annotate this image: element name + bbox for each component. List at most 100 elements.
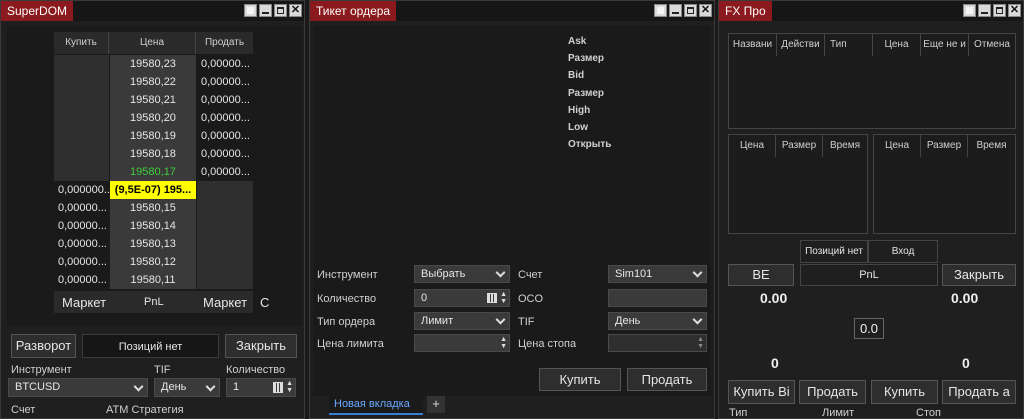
sell-cell[interactable] bbox=[197, 253, 253, 271]
buy-cell[interactable] bbox=[54, 73, 109, 91]
sell-button[interactable]: Продать bbox=[627, 368, 707, 391]
price-cell[interactable]: 19580,19 bbox=[110, 127, 196, 145]
order-type-select[interactable]: Лимит bbox=[414, 312, 510, 330]
buy-button[interactable]: Купить bbox=[539, 368, 621, 391]
minimize-button[interactable] bbox=[978, 4, 991, 17]
minimize-button[interactable] bbox=[259, 4, 272, 17]
sell-cell[interactable]: 0,00000... bbox=[197, 145, 253, 163]
spin-arrows-icon[interactable]: ▲ ▼ bbox=[697, 336, 704, 350]
calculator-icon[interactable] bbox=[273, 382, 283, 393]
buy-cell[interactable]: 0,00000... bbox=[54, 235, 109, 253]
sell-cell[interactable] bbox=[197, 217, 253, 235]
calculator-icon[interactable] bbox=[487, 293, 497, 303]
minimize-button[interactable] bbox=[669, 4, 682, 17]
price-cell[interactable]: 19580,22 bbox=[110, 73, 196, 91]
spin-arrows-icon[interactable]: ▲ ▼ bbox=[500, 336, 507, 350]
close-position-button[interactable]: Закрыть bbox=[942, 264, 1016, 286]
buy-bid-button[interactable]: Купить Bi bbox=[728, 380, 795, 404]
buy-cell[interactable]: 0,000000... bbox=[54, 181, 109, 199]
price-cell[interactable]: 19580,15 bbox=[110, 199, 196, 217]
spin-arrows-icon[interactable]: ▲ ▼ bbox=[286, 380, 293, 394]
limit-price-input[interactable]: ▲ ▼ bbox=[414, 334, 510, 352]
table-row[interactable]: 0,00000... 19580,15 bbox=[54, 199, 253, 217]
superdom-title[interactable]: SuperDOM bbox=[1, 1, 74, 21]
table-row[interactable]: 0,00000... 19580,12 bbox=[54, 253, 253, 271]
table-row[interactable]: 19580,23 0,00000... bbox=[54, 55, 253, 73]
market-sell-button[interactable]: Маркет bbox=[203, 295, 247, 310]
sell-cell[interactable] bbox=[197, 235, 253, 253]
tab-new[interactable]: Новая вкладка bbox=[329, 396, 423, 415]
price-cell[interactable]: (9,5E-07) 195... bbox=[110, 181, 196, 199]
maximize-button[interactable] bbox=[684, 4, 697, 17]
spin-arrows-icon[interactable]: ▲ ▼ bbox=[500, 291, 507, 305]
account-select[interactable]: Sim101 bbox=[608, 265, 707, 283]
instrument-select[interactable]: BTCUSD bbox=[8, 378, 148, 397]
window-options-button[interactable] bbox=[244, 4, 257, 17]
buy-cell[interactable] bbox=[54, 91, 109, 109]
sell-cell[interactable]: 0,00000... bbox=[197, 55, 253, 73]
table-row[interactable]: 19580,21 0,00000... bbox=[54, 91, 253, 109]
quantity-stepper[interactable]: 0 ▲ ▼ bbox=[414, 289, 510, 307]
ticket-title[interactable]: Тикет ордера bbox=[310, 1, 397, 21]
sell-cell[interactable] bbox=[197, 199, 253, 217]
close-button[interactable]: ✕ bbox=[289, 4, 302, 17]
buy-cell[interactable]: 0,00000... bbox=[54, 199, 109, 217]
sell-ask-button[interactable]: Продать а bbox=[942, 380, 1016, 404]
table-row[interactable]: 19580,19 0,00000... bbox=[54, 127, 253, 145]
chevron-down-icon bbox=[495, 314, 506, 325]
price-cell[interactable]: 19580,14 bbox=[110, 217, 196, 235]
tif-select[interactable]: День bbox=[608, 312, 707, 330]
price-cell[interactable]: 19580,17 bbox=[110, 163, 196, 181]
sell-cell[interactable]: 0,00000... bbox=[197, 127, 253, 145]
buy-cell[interactable] bbox=[54, 163, 109, 181]
price-cell[interactable]: 19580,18 bbox=[110, 145, 196, 163]
maximize-button[interactable] bbox=[274, 4, 287, 17]
table-row[interactable]: 0,000000... (9,5E-07) 195... bbox=[54, 181, 253, 199]
buy-cell[interactable] bbox=[54, 109, 109, 127]
price-cell[interactable]: 19580,23 bbox=[110, 55, 196, 73]
c-label[interactable]: C bbox=[260, 295, 269, 310]
table-row[interactable]: 19580,20 0,00000... bbox=[54, 109, 253, 127]
sell-cell[interactable]: 0,00000... bbox=[197, 73, 253, 91]
window-options-button[interactable] bbox=[963, 4, 976, 17]
be-button[interactable]: BE bbox=[728, 264, 794, 286]
table-row[interactable]: 19580,18 0,00000... bbox=[54, 145, 253, 163]
buy-cell[interactable]: 0,00000... bbox=[54, 253, 109, 271]
buy-ask-button[interactable]: Купить bbox=[871, 380, 938, 404]
price-cell[interactable]: 19580,11 bbox=[110, 271, 196, 289]
sell-bid-button[interactable]: Продать bbox=[799, 380, 866, 404]
close-position-button[interactable]: Закрыть bbox=[225, 334, 297, 358]
price-cell[interactable]: 19580,20 bbox=[110, 109, 196, 127]
close-button[interactable]: ✕ bbox=[1008, 4, 1021, 17]
instrument-select[interactable]: Выбрать bbox=[414, 265, 510, 283]
table-row[interactable]: 0,00000... 19580,11 bbox=[54, 271, 253, 289]
sell-cell[interactable]: 0,00000... bbox=[197, 91, 253, 109]
sell-cell[interactable]: 0,00000... bbox=[197, 163, 253, 181]
price-cell[interactable]: 19580,12 bbox=[110, 253, 196, 271]
window-options-button[interactable] bbox=[654, 4, 667, 17]
table-row[interactable]: 0,00000... 19580,14 bbox=[54, 217, 253, 235]
sell-cell[interactable] bbox=[197, 181, 253, 199]
fxpro-title[interactable]: FX Про bbox=[719, 1, 772, 21]
oco-input[interactable] bbox=[608, 289, 707, 307]
sell-cell[interactable] bbox=[197, 271, 253, 289]
reverse-button[interactable]: Разворот bbox=[11, 334, 76, 358]
quantity-stepper[interactable]: 1 ▲ ▼ bbox=[226, 378, 296, 397]
stop-price-input[interactable]: ▲ ▼ bbox=[608, 334, 707, 352]
tif-select[interactable]: День bbox=[154, 378, 220, 397]
maximize-button[interactable] bbox=[993, 4, 1006, 17]
price-cell[interactable]: 19580,21 bbox=[110, 91, 196, 109]
buy-cell[interactable]: 0,00000... bbox=[54, 271, 109, 289]
price-cell[interactable]: 19580,13 bbox=[110, 235, 196, 253]
add-tab-button[interactable]: + bbox=[427, 396, 445, 413]
table-row[interactable]: 19580,17 0,00000... bbox=[54, 163, 253, 181]
buy-cell[interactable] bbox=[54, 55, 109, 73]
sell-cell[interactable]: 0,00000... bbox=[197, 109, 253, 127]
buy-cell[interactable] bbox=[54, 145, 109, 163]
buy-cell[interactable]: 0,00000... bbox=[54, 217, 109, 235]
table-row[interactable]: 19580,22 0,00000... bbox=[54, 73, 253, 91]
market-buy-button[interactable]: Маркет bbox=[62, 295, 106, 310]
table-row[interactable]: 0,00000... 19580,13 bbox=[54, 235, 253, 253]
buy-cell[interactable] bbox=[54, 127, 109, 145]
close-button[interactable]: ✕ bbox=[699, 4, 712, 17]
